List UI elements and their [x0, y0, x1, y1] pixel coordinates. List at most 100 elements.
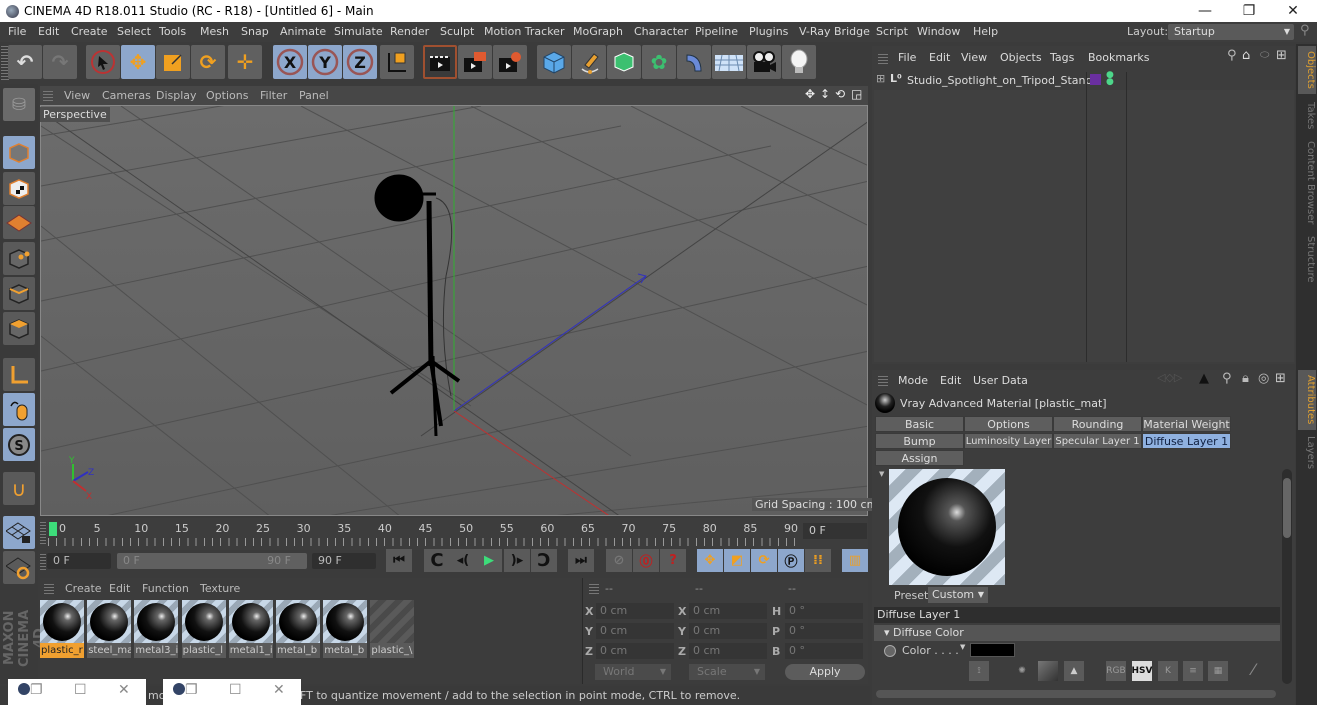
- close-button[interactable]: ✕: [1271, 0, 1315, 22]
- up-arrow-icon[interactable]: ▲: [1199, 371, 1209, 386]
- material-preview[interactable]: [889, 469, 1005, 585]
- restore-button[interactable]: ❐: [1227, 0, 1271, 22]
- new-panel-icon[interactable]: ⊞: [1275, 371, 1286, 386]
- solo-icon[interactable]: S: [3, 428, 35, 461]
- tab-assign[interactable]: Assign: [875, 450, 964, 466]
- panel-grip[interactable]: [589, 582, 599, 594]
- menu-tools[interactable]: Tools: [159, 25, 186, 38]
- object-name[interactable]: Studio_Spotlight_on_Tripod_Stand: [907, 74, 1093, 87]
- axis-mode-icon[interactable]: [3, 358, 35, 391]
- live-selection-icon[interactable]: [86, 45, 120, 79]
- menu-mesh[interactable]: Mesh: [200, 25, 229, 38]
- viewport-pan-icon[interactable]: ✥: [805, 87, 815, 101]
- layout-dropdown[interactable]: Startup ▼: [1168, 24, 1294, 40]
- visibility-dots-icon[interactable]: ● ●: [1106, 71, 1114, 87]
- side-tab-structure[interactable]: Structure: [1298, 231, 1316, 287]
- vertical-scroll-thumb[interactable]: [1283, 478, 1291, 538]
- next-key-icon[interactable]: Ↄ: [531, 549, 557, 572]
- maximize-icon[interactable]: ☐: [229, 682, 242, 698]
- material-menu-edit[interactable]: Edit: [109, 582, 130, 595]
- render-view-icon[interactable]: [423, 45, 457, 79]
- menu-motion-tracker[interactable]: Motion Tracker: [484, 25, 564, 38]
- floor-icon[interactable]: [712, 45, 746, 79]
- 3d-viewport[interactable]: Y Z X: [40, 105, 868, 516]
- image-picker-icon[interactable]: ▲: [1064, 661, 1084, 681]
- color-wheel-icon[interactable]: ✺: [1012, 661, 1032, 681]
- panel-grip[interactable]: [43, 89, 53, 101]
- restore-icon[interactable]: ❐: [185, 682, 198, 698]
- coordinate-system-icon[interactable]: [380, 45, 414, 79]
- side-tab-takes[interactable]: Takes: [1298, 97, 1316, 135]
- tab-options[interactable]: Options: [964, 416, 1053, 432]
- scale-icon[interactable]: [156, 45, 190, 79]
- start-frame-field[interactable]: 0 F: [47, 553, 111, 569]
- size-z-field[interactable]: 0 cm: [689, 643, 767, 659]
- end-frame-field[interactable]: 90 F: [312, 553, 376, 569]
- material-menu-function[interactable]: Function: [142, 582, 189, 595]
- color-mixer-icon[interactable]: ≡: [1183, 661, 1203, 681]
- object-menu-tags[interactable]: Tags: [1050, 51, 1074, 64]
- y-axis-lock-icon[interactable]: Y: [308, 45, 342, 79]
- material-thumbnail[interactable]: metal3_i: [134, 600, 179, 658]
- side-tab-content-browser[interactable]: Content Browser: [1298, 138, 1316, 228]
- kelvin-mode-button[interactable]: K: [1158, 661, 1178, 681]
- menu-file[interactable]: File: [8, 25, 26, 38]
- param-key-icon[interactable]: Ⓟ: [778, 549, 804, 572]
- menu-script[interactable]: Script: [876, 25, 908, 38]
- menu-sculpt[interactable]: Sculpt: [440, 25, 474, 38]
- attribute-menu-user-data[interactable]: User Data: [973, 374, 1028, 387]
- side-tab-objects[interactable]: Objects: [1298, 46, 1316, 94]
- tab-material-weight[interactable]: Material Weight: [1142, 416, 1231, 432]
- target-icon[interactable]: ◎: [1258, 371, 1269, 386]
- material-thumbnail[interactable]: metal_b: [323, 600, 368, 658]
- rgb-mode-button[interactable]: RGB: [1106, 661, 1126, 681]
- position-y-field[interactable]: 0 cm: [596, 623, 674, 639]
- object-menu-objects[interactable]: Objects: [1000, 51, 1042, 64]
- camera-icon[interactable]: [747, 45, 781, 79]
- panel-grip[interactable]: [878, 374, 888, 386]
- side-tab-attributes[interactable]: Attributes: [1298, 370, 1316, 430]
- viewport-menu-cameras[interactable]: Cameras: [102, 89, 151, 102]
- object-row[interactable]: ⊞ L⁰ Studio_Spotlight_on_Tripod_Stand ● ●: [874, 71, 1294, 90]
- rotation-h-field[interactable]: 0 °: [785, 603, 863, 619]
- object-menu-file[interactable]: File: [898, 51, 916, 64]
- color-picker-spectrum-icon[interactable]: ⟟: [969, 661, 989, 681]
- material-thumbnail[interactable]: steel_ma: [87, 600, 132, 658]
- menu-create[interactable]: Create: [71, 25, 108, 38]
- hsv-mode-button[interactable]: HSV: [1132, 661, 1153, 681]
- search-icon[interactable]: ⚲: [1227, 48, 1237, 63]
- material-menu-texture[interactable]: Texture: [200, 582, 240, 595]
- size-x-field[interactable]: 0 cm: [689, 603, 767, 619]
- menu-vray-bridge[interactable]: V-Ray Bridge: [799, 25, 870, 38]
- viewport-menu-view[interactable]: View: [64, 89, 90, 102]
- object-menu-bookmarks[interactable]: Bookmarks: [1088, 51, 1149, 64]
- model-mode-icon[interactable]: [3, 136, 35, 169]
- go-to-end-icon[interactable]: ⏭: [568, 549, 594, 572]
- tweak-mode-icon[interactable]: [3, 393, 35, 426]
- timeline-icon[interactable]: ▥: [842, 549, 868, 572]
- object-menu-view[interactable]: View: [961, 51, 987, 64]
- polygons-mode-icon[interactable]: [3, 312, 35, 345]
- panel-grip[interactable]: [878, 52, 888, 64]
- color-dropdown-arrow-icon[interactable]: ▼: [960, 643, 965, 651]
- tab-bump[interactable]: Bump: [875, 433, 964, 449]
- material-thumbnail[interactable]: plastic_\: [370, 600, 415, 658]
- menu-edit[interactable]: Edit: [38, 25, 59, 38]
- position-x-field[interactable]: 0 cm: [596, 603, 674, 619]
- menu-render[interactable]: Render: [390, 25, 429, 38]
- menu-mograph[interactable]: MoGraph: [573, 25, 623, 38]
- menu-character[interactable]: Character: [634, 25, 688, 38]
- viewport-maximize-icon[interactable]: ◲: [851, 87, 862, 101]
- menu-plugins[interactable]: Plugins: [749, 25, 788, 38]
- group-header-diffuse-color[interactable]: ▾ Diffuse Color: [874, 625, 1280, 641]
- horizontal-scrollbar[interactable]: [876, 690, 1276, 698]
- autokey-icon[interactable]: ⓪: [633, 549, 659, 572]
- filter-icon[interactable]: ⬭: [1260, 48, 1269, 62]
- collapse-arrow-icon[interactable]: ▼: [879, 470, 884, 478]
- material-thumbnail[interactable]: metal_b: [276, 600, 320, 658]
- restore-icon[interactable]: ❐: [30, 682, 43, 698]
- animate-radio[interactable]: [884, 645, 896, 657]
- rotate-key-icon[interactable]: ⟳: [751, 549, 777, 572]
- expand-icon[interactable]: ⊞: [876, 72, 885, 85]
- size-y-field[interactable]: 0 cm: [689, 623, 767, 639]
